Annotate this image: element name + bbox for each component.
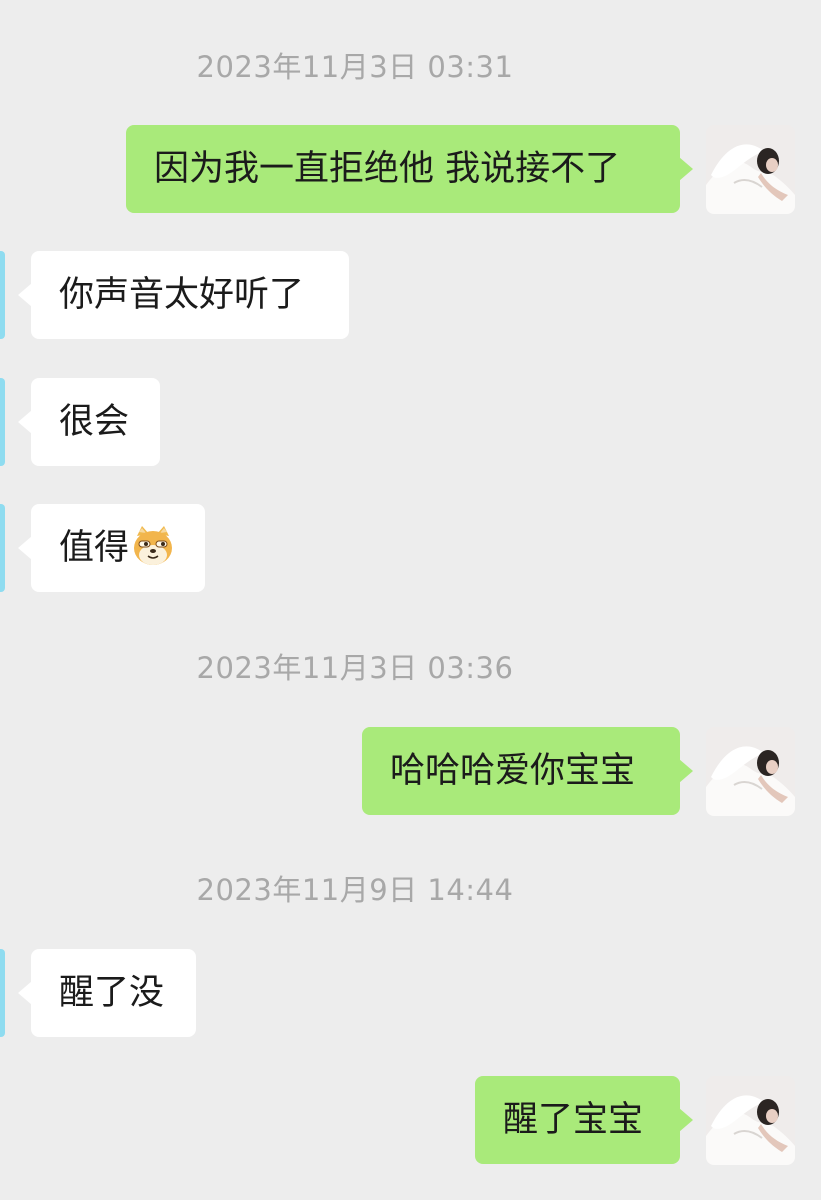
user-photo-avatar-icon	[706, 125, 795, 214]
contact-avatar[interactable]	[0, 251, 5, 339]
doge-emoji-icon	[134, 526, 173, 565]
user-avatar[interactable]	[706, 125, 795, 214]
contact-avatar[interactable]	[0, 504, 5, 592]
outgoing-message-bubble[interactable]: 因为我一直拒绝他 我说接不了	[126, 125, 693, 213]
user-avatar[interactable]	[706, 727, 795, 816]
incoming-message-bubble[interactable]: 你声音太好听了	[18, 251, 349, 339]
incoming-message-bubble[interactable]: 很会	[18, 378, 160, 466]
user-photo-avatar-icon	[706, 727, 795, 816]
contact-avatar[interactable]	[0, 378, 5, 466]
contact-avatar[interactable]	[0, 949, 5, 1037]
timestamp: 2023年11月3日 03:36	[196, 651, 514, 685]
user-photo-avatar-icon	[706, 1076, 795, 1165]
timestamp: 2023年11月3日 03:31	[196, 50, 514, 84]
outgoing-message-bubble[interactable]: 哈哈哈爱你宝宝	[362, 727, 693, 815]
user-avatar[interactable]	[706, 1076, 795, 1165]
message-text: 值得	[59, 528, 130, 568]
incoming-message-bubble[interactable]: 醒了没	[18, 949, 196, 1037]
chat-message-list[interactable]: 2023年11月3日 03:31 因为我一直拒绝他 我说接不了 你声音太好听了 …	[0, 0, 821, 1200]
incoming-message-bubble[interactable]: 值得	[18, 504, 205, 592]
outgoing-message-bubble[interactable]: 醒了宝宝	[475, 1076, 693, 1164]
timestamp: 2023年11月9日 14:44	[196, 873, 514, 907]
